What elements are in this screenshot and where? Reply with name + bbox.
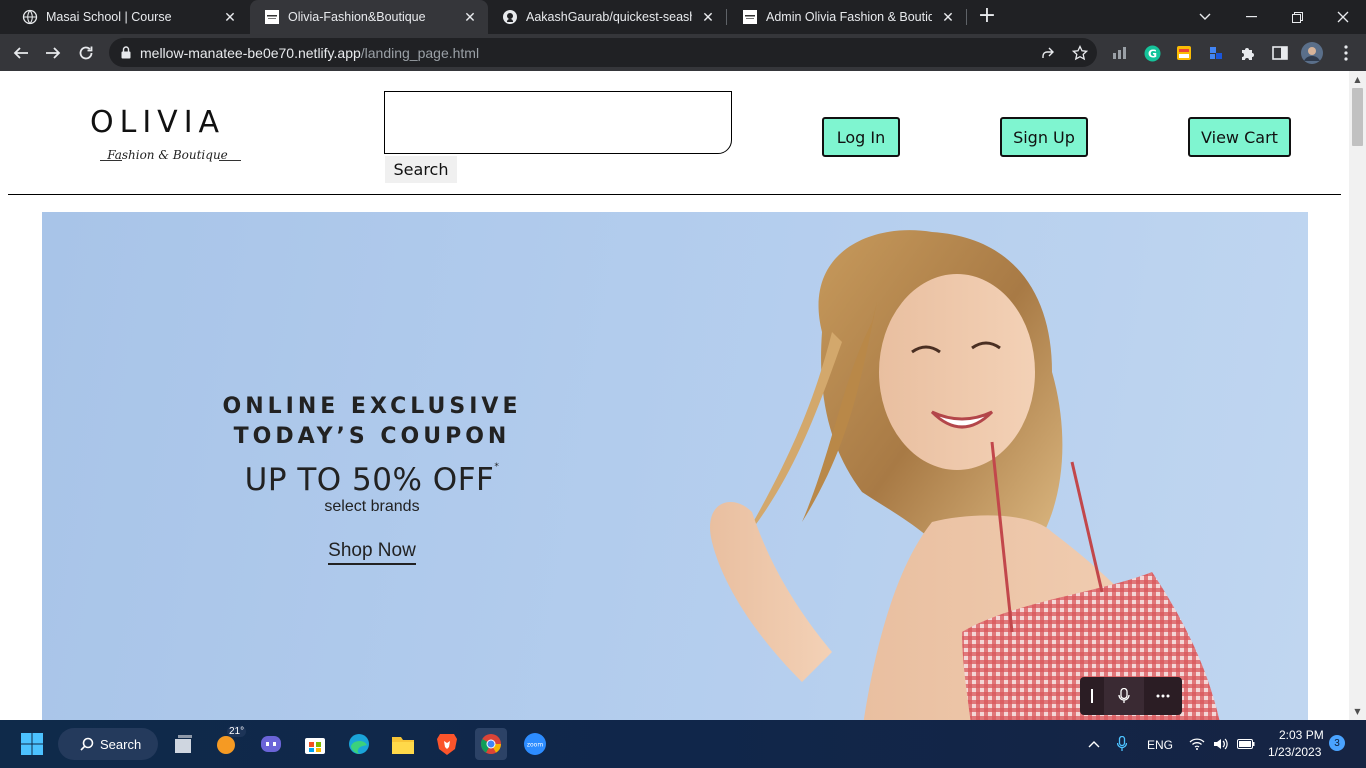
brave-browser-icon[interactable] [431,728,463,760]
tab-title: Masai School | Course [46,10,172,24]
hero-model-photo [710,230,1220,720]
new-tab-plus-icon[interactable]: + [976,5,998,28]
back-arrow-icon[interactable] [8,40,34,66]
notes-extension-icon[interactable] [1175,44,1193,62]
scroll-up-arrow-icon[interactable]: ▲ [1353,75,1362,84]
microsoft-store-icon[interactable] [299,728,331,760]
logo-subtitle: Fashion & Boutique [90,148,245,172]
hero-offer-mark: * [494,462,500,472]
more-menu-icon[interactable] [1337,44,1355,62]
login-button[interactable]: Log In [822,117,900,157]
browser-toolbar: mellow-manatee-be0e70.netlify.app/landin… [0,34,1366,71]
chevron-up-icon[interactable] [1082,728,1106,760]
microphone-icon[interactable] [1104,677,1144,715]
lock-icon[interactable] [121,46,131,59]
language-indicator[interactable]: ENG [1147,738,1173,752]
weather-widget-icon[interactable]: 21° [211,726,247,760]
url-host: mellow-manatee-be0e70.netlify.app [140,44,361,61]
tab-search-chevron-down-icon[interactable] [1182,0,1228,34]
chrome-browser-icon[interactable] [475,728,507,760]
grammarly-icon[interactable]: G [1143,44,1161,62]
tab-separator [726,9,727,25]
browser-tab-strip: Masai School | Course ✕ Olivia-Fashion&B… [0,0,1366,34]
hero-line-todays-coupon: TODAY’S COUPON [233,424,511,449]
windows-start-icon[interactable] [16,728,48,760]
tab-github-repo[interactable]: AakashGaurab/quickest-seashore ✕ [488,0,726,34]
weather-temperature: 21° [227,726,247,737]
profile-avatar[interactable] [1301,42,1323,64]
forward-arrow-icon[interactable] [40,40,66,66]
volume-icon[interactable] [1210,728,1232,760]
voice-typing-toolbar [1080,677,1182,715]
signup-button[interactable]: Sign Up [1000,117,1088,157]
scrollbar-thumb[interactable] [1352,88,1363,146]
hero-offer-text: UP TO 50% OFF [244,462,495,498]
analytics-extension-icon[interactable] [1111,44,1129,62]
scroll-down-arrow-icon[interactable]: ▼ [1353,707,1362,716]
taskbar-search-box[interactable]: Search [58,728,158,760]
search-input[interactable] [384,91,732,154]
svg-text:zoom: zoom [527,742,543,749]
search-icon [80,737,94,754]
view-cart-button[interactable]: View Cart [1188,117,1291,157]
drag-handle-icon[interactable] [1080,677,1104,715]
file-explorer-icon[interactable] [387,728,419,760]
close-tab-icon[interactable]: ✕ [222,9,238,25]
header-divider [8,194,1341,195]
olivia-favicon [742,9,758,25]
minimize-icon[interactable] [1228,0,1274,34]
close-tab-icon[interactable]: ✕ [700,9,716,25]
hero-line-online-exclusive: ONLINE EXCLUSIVE [222,394,522,419]
search-button[interactable]: Search [385,156,457,183]
logo-brand-text: OLIVIA [90,105,226,140]
edge-browser-icon[interactable] [343,728,375,760]
github-icon [502,9,518,25]
page-viewport: OLIVIA Fashion & Boutique Search Log In … [0,71,1349,720]
tab-olivia-fashion[interactable]: Olivia-Fashion&Boutique ✕ [250,0,488,34]
hero-banner[interactable]: ONLINE EXCLUSIVE TODAY’S COUPON UP TO 50… [42,212,1308,720]
globe-icon [22,9,38,25]
tab-title: Olivia-Fashion&Boutique [288,10,426,24]
tab-title: Admin Olivia Fashion & Boutique [766,10,932,24]
shop-now-link[interactable]: Shop Now [328,540,416,565]
notification-count-badge[interactable]: 3 [1329,735,1345,751]
tab-separator [966,9,967,25]
address-bar[interactable]: mellow-manatee-be0e70.netlify.app/landin… [109,38,1097,67]
taskbar: Search 21° zoom ENG 2:03 PM 1/23/2023 [0,720,1366,768]
reload-icon[interactable] [73,40,99,66]
side-panel-icon[interactable] [1271,44,1289,62]
tab-admin-olivia[interactable]: Admin Olivia Fashion & Boutique ✕ [728,0,966,34]
close-tab-icon[interactable]: ✕ [940,9,956,25]
teams-chat-icon[interactable] [255,728,287,760]
hero-subtext: select brands [324,498,420,515]
close-tab-icon[interactable]: ✕ [462,9,478,25]
more-options-icon[interactable] [1144,677,1182,715]
blocks-extension-icon[interactable] [1207,44,1225,62]
microphone-tray-icon[interactable] [1110,728,1134,760]
page-scrollbar[interactable]: ▲ ▼ [1349,71,1366,720]
svg-text:G: G [1147,47,1156,60]
hero-text-block: ONLINE EXCLUSIVE TODAY’S COUPON UP TO 50… [202,392,542,565]
clock-time[interactable]: 2:03 PM [1279,728,1324,742]
olivia-favicon [264,9,280,25]
site-logo[interactable]: OLIVIA Fashion & Boutique [90,105,245,172]
hero-offer: UP TO 50% OFF* [202,462,542,498]
clock-date[interactable]: 1/23/2023 [1268,745,1321,759]
tab-title: AakashGaurab/quickest-seashore [526,10,692,24]
battery-icon[interactable] [1234,728,1258,760]
close-window-icon[interactable] [1320,0,1366,34]
task-view-icon[interactable] [167,728,199,760]
restore-window-icon[interactable] [1274,0,1320,34]
tab-masai-school[interactable]: Masai School | Course ✕ [8,0,248,34]
wifi-icon[interactable] [1186,728,1208,760]
share-icon[interactable] [1039,44,1057,62]
extensions-puzzle-icon[interactable] [1239,44,1257,62]
zoom-app-icon[interactable]: zoom [519,728,551,760]
taskbar-search-label: Search [100,736,142,752]
url-path: /landing_page.html [360,44,480,61]
bookmark-star-icon[interactable] [1071,44,1089,62]
